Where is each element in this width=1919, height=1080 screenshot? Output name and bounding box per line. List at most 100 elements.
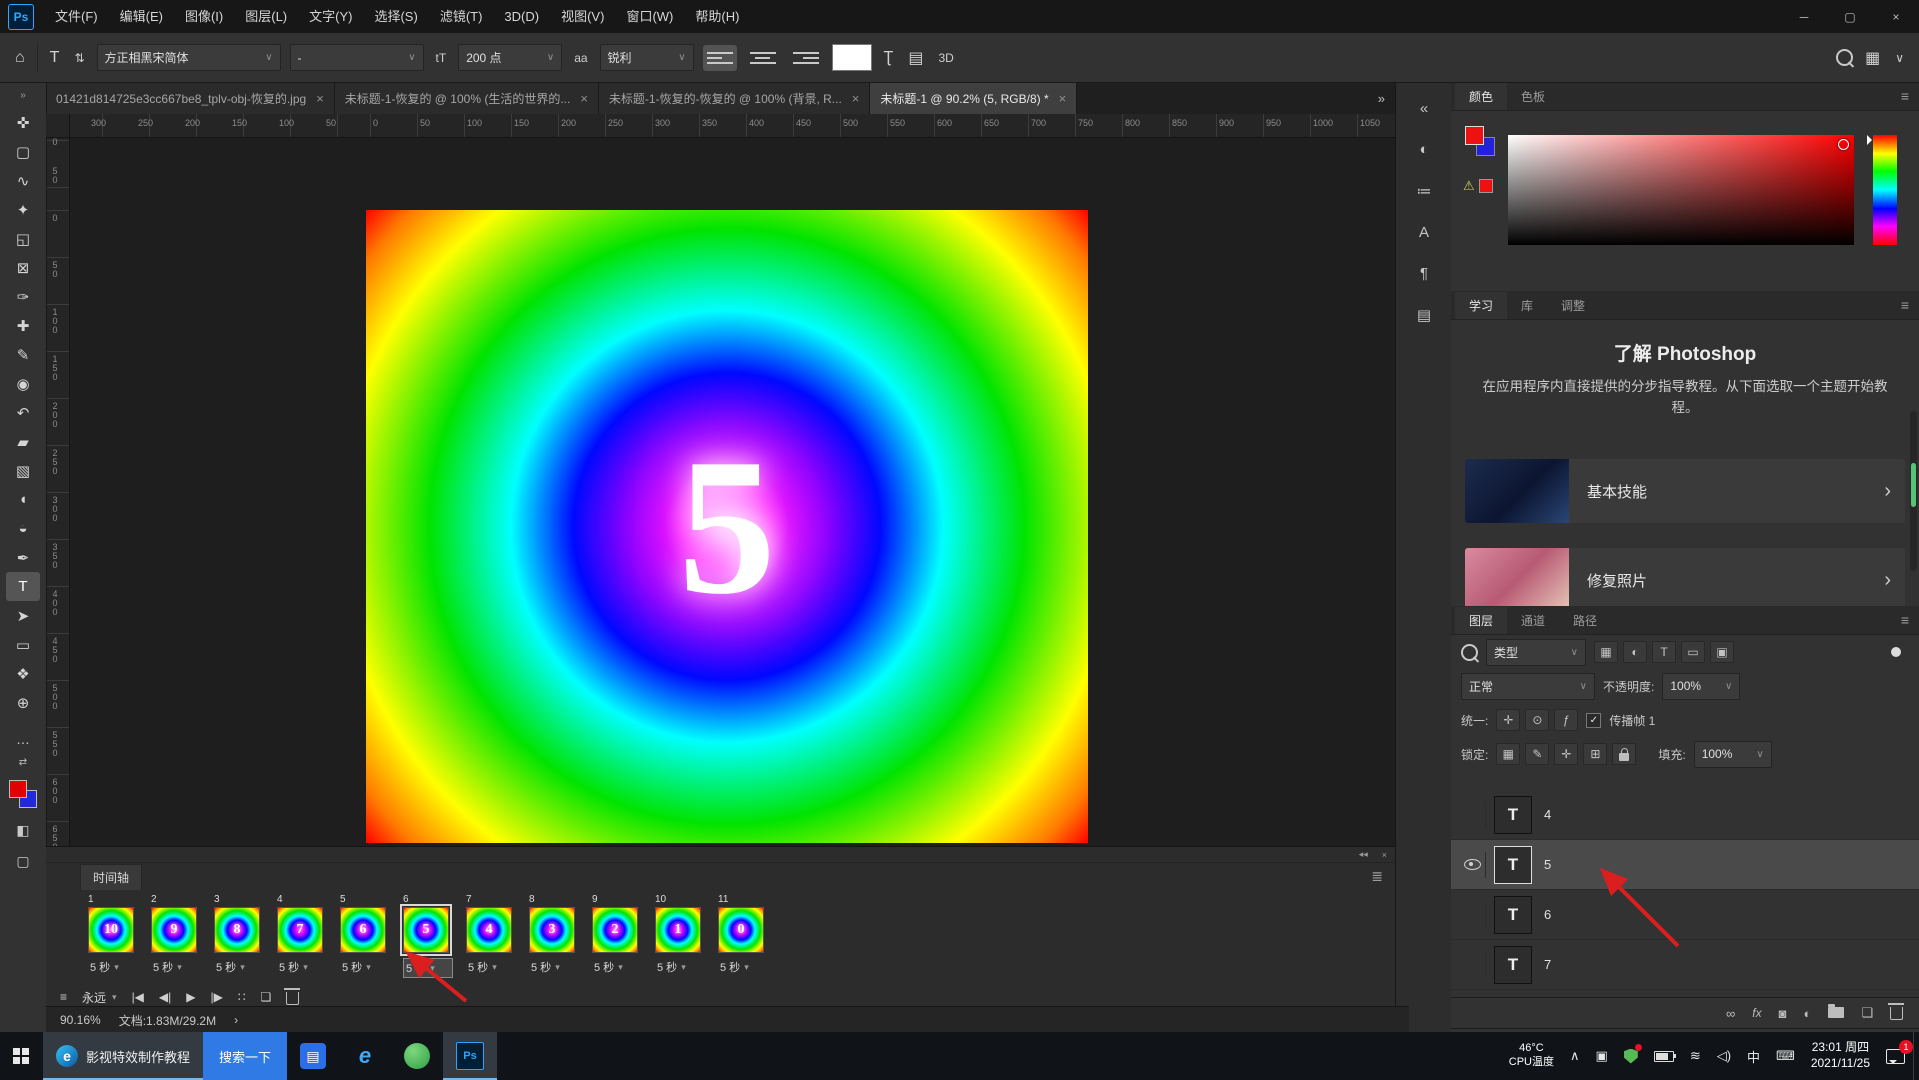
layer-style-icon[interactable]: fx — [1752, 1006, 1761, 1020]
filter-pixel-icon[interactable]: ▦ — [1594, 641, 1618, 663]
menu-item-10[interactable]: 窗口(W) — [615, 0, 684, 33]
chevron-down-icon[interactable]: ∨ — [1892, 51, 1907, 65]
duplicate-frame-button[interactable]: ❏ — [261, 990, 272, 1004]
link-layers-icon[interactable]: ∞ — [1726, 1006, 1735, 1021]
adjustments-panel-icon[interactable]: ◐ — [1419, 141, 1428, 158]
layer-visibility-toggle[interactable] — [1459, 902, 1486, 928]
close-button[interactable]: × — [1873, 0, 1919, 33]
type-tool[interactable]: T — [6, 572, 40, 601]
filter-smartobject-icon[interactable]: ▣ — [1710, 641, 1734, 663]
foreground-color-swatch[interactable] — [9, 780, 27, 798]
layers-tab-2[interactable]: 通道 — [1507, 607, 1559, 634]
start-button[interactable] — [0, 1032, 43, 1080]
menu-item-4[interactable]: 图层(L) — [234, 0, 298, 33]
previous-frame-button[interactable]: ◀| — [159, 990, 171, 1004]
align-center-button[interactable] — [746, 45, 780, 71]
menu-item-7[interactable]: 滤镜(T) — [429, 0, 494, 33]
play-button[interactable]: ▶ — [186, 990, 195, 1004]
menu-item-6[interactable]: 选择(S) — [363, 0, 428, 33]
layer-row-4[interactable]: T4 — [1451, 790, 1919, 840]
volume-tray-icon[interactable]: ◁) — [1709, 1032, 1739, 1080]
frame-duration-select[interactable]: 5 秒▾ — [718, 958, 768, 976]
pen-tool[interactable]: ✒ — [6, 543, 40, 572]
paragraph-panel-icon[interactable]: ¶ — [1420, 265, 1428, 282]
eraser-tool[interactable]: ▰ — [6, 427, 40, 456]
color-tab-2[interactable]: 色板 — [1507, 83, 1559, 110]
lock-position-icon[interactable]: ✛ — [1554, 743, 1578, 765]
path-selection-tool[interactable]: ➤ — [6, 601, 40, 630]
font-style-select[interactable]: - — [290, 44, 424, 71]
crop-tool[interactable]: ◱ — [6, 224, 40, 253]
timeline-frame-8[interactable]: 835 秒▾ — [529, 894, 579, 978]
layer-mask-icon[interactable]: ◙ — [1779, 1006, 1787, 1021]
layer-thumbnail[interactable]: T — [1494, 796, 1532, 834]
color-field-marker[interactable] — [1838, 139, 1849, 150]
antialias-select[interactable]: 锐利 — [600, 44, 694, 71]
frame-thumbnail[interactable]: 7 — [277, 907, 323, 953]
first-frame-button[interactable]: |◀ — [132, 990, 144, 1004]
search-icon[interactable] — [1836, 49, 1853, 66]
horizontal-ruler[interactable]: 3002502001501005005010015020025030035040… — [46, 114, 1395, 138]
menu-item-9[interactable]: 视图(V) — [550, 0, 615, 33]
unify-visibility-icon[interactable]: ⊙ — [1525, 709, 1549, 731]
quick-mask-icon[interactable]: ◧ — [16, 822, 29, 839]
tab-close-icon[interactable]: × — [316, 91, 324, 106]
home-icon[interactable]: ⌂ — [12, 49, 28, 67]
frame-thumbnail[interactable]: 6 — [340, 907, 386, 953]
opacity-select[interactable]: 100% — [1662, 673, 1740, 700]
frame-duration-select[interactable]: 5 秒▾ — [592, 958, 642, 976]
filter-shape-icon[interactable]: ▭ — [1681, 641, 1705, 663]
new-group-icon[interactable] — [1828, 1006, 1844, 1021]
edit-toolbar-icon[interactable]: … — [16, 731, 30, 747]
blend-mode-select[interactable]: 正常 — [1461, 673, 1595, 700]
swap-colors-icon[interactable]: ⇄ — [19, 757, 27, 768]
frame-duration-select[interactable]: 5 秒▾ — [214, 958, 264, 976]
taskbar-app-ie[interactable]: e — [339, 1032, 391, 1080]
3d-button[interactable]: 3D — [935, 51, 956, 65]
convert-timeline-icon[interactable]: ≡ — [60, 990, 67, 1004]
frame-tool[interactable]: ⊠ — [6, 253, 40, 282]
hand-tool[interactable]: ❖ — [6, 659, 40, 688]
frame-duration-select[interactable]: 5 秒▾ — [529, 958, 579, 976]
zoom-tool[interactable]: ⊕ — [6, 688, 40, 717]
text-color-swatch[interactable] — [832, 44, 872, 71]
screen-mode-icon[interactable]: ▢ — [16, 853, 29, 870]
menu-item-1[interactable]: 文件(F) — [44, 0, 109, 33]
timeline-frame-9[interactable]: 925 秒▾ — [592, 894, 642, 978]
tab-overflow-icon[interactable]: » — [1372, 82, 1391, 114]
hue-slider[interactable] — [1873, 135, 1897, 245]
delete-frame-button[interactable] — [286, 992, 299, 1005]
lock-pixels-icon[interactable]: ✎ — [1525, 743, 1549, 765]
rectangle-tool[interactable]: ▭ — [6, 630, 40, 659]
notification-center-button[interactable]: 1 — [1878, 1032, 1913, 1080]
frame-duration-select[interactable]: 5 秒▾ — [277, 958, 327, 976]
timeline-frame-11[interactable]: 1105 秒▾ — [718, 894, 768, 978]
frame-duration-select[interactable]: 5 秒▾ — [88, 958, 138, 976]
document-tab-3[interactable]: 未标题-1-恢复的-恢复的 @ 100% (背景, R...× — [599, 82, 870, 114]
tab-close-icon[interactable]: × — [852, 91, 860, 106]
gradient-tool[interactable]: ▧ — [6, 456, 40, 485]
unify-style-icon[interactable]: ƒ — [1554, 709, 1578, 731]
lasso-tool[interactable]: ∿ — [6, 166, 40, 195]
timeline-close-icon[interactable]: × — [1382, 850, 1387, 860]
blur-tool[interactable]: ◖ — [6, 485, 40, 514]
frame-duration-select[interactable]: 5 秒▾ — [655, 958, 705, 976]
hidden-icons-chevron[interactable]: ∧ — [1562, 1032, 1588, 1080]
learn-tab-1[interactable]: 学习 — [1455, 292, 1507, 319]
scrollbar[interactable] — [1910, 411, 1917, 571]
timeline-frame-1[interactable]: 1105 秒▾ — [88, 894, 138, 978]
layers-tab-1[interactable]: 图层 — [1455, 607, 1507, 634]
loop-count-select[interactable]: 永远 ▾ — [82, 989, 117, 1006]
new-layer-icon[interactable]: ❏ — [1861, 1005, 1873, 1021]
filter-toggle[interactable] — [1891, 647, 1901, 657]
collapse-toolbar-icon[interactable]: » — [20, 82, 26, 108]
layer-thumbnail[interactable]: T — [1494, 846, 1532, 884]
expand-panels-icon[interactable]: « — [1420, 100, 1428, 117]
align-left-button[interactable] — [703, 45, 737, 71]
hue-slider-marker[interactable] — [1867, 135, 1877, 145]
touch-keyboard-icon[interactable]: ⌨ — [1768, 1032, 1803, 1080]
document-tab-1[interactable]: 01421d814725e3cc667be8_tplv-obj-恢复的.jpg× — [46, 82, 335, 114]
move-tool[interactable]: ✜ — [6, 108, 40, 137]
learn-card-2[interactable]: 修复照片› — [1465, 548, 1905, 607]
foreground-color-swatch[interactable] — [1465, 126, 1484, 145]
